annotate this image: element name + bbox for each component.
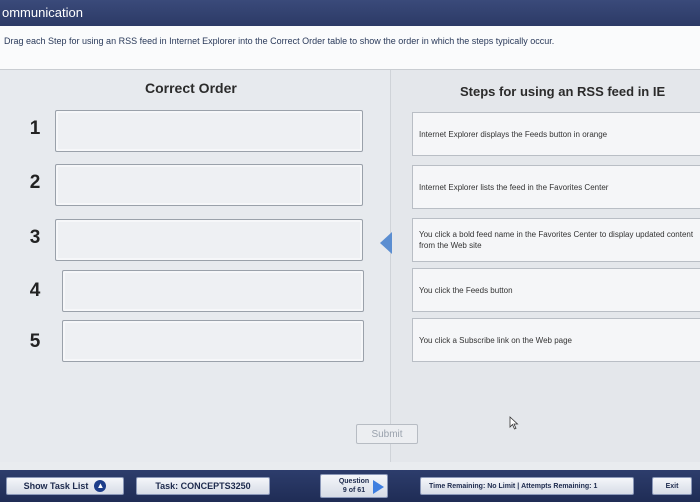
step-card[interactable]: You click the Feeds button — [412, 268, 700, 312]
step-card[interactable]: You click a bold feed name in the Favori… — [412, 218, 700, 262]
step-card-text: Internet Explorer lists the feed in the … — [419, 182, 609, 192]
mouse-pointer-icon — [509, 416, 519, 430]
exit-button[interactable]: Exit — [652, 477, 692, 495]
move-left-arrow-icon[interactable] — [380, 232, 392, 254]
step-card-text: You click the Feeds button — [419, 285, 513, 295]
slot-number-1: 1 — [29, 118, 41, 139]
step-card-text: You click a Subscribe link on the Web pa… — [419, 335, 572, 345]
drop-slot-4[interactable] — [62, 270, 364, 312]
correct-order-header: Correct Order — [145, 80, 237, 96]
instruction-text: Drag each Step for using an RSS feed in … — [0, 26, 700, 70]
next-question-icon[interactable] — [373, 480, 384, 494]
slot-number-3: 3 — [29, 227, 41, 248]
step-card-text: Internet Explorer displays the Feeds but… — [419, 129, 608, 139]
time-remaining-label: Time Remaining: — [429, 482, 486, 490]
steps-header: Steps for using an RSS feed in IE — [460, 84, 666, 99]
chevron-up-icon: ▲ — [94, 480, 107, 492]
window-title: ommunication — [0, 0, 700, 26]
drop-slot-1[interactable] — [55, 110, 363, 152]
status-divider: | — [517, 482, 520, 490]
attempts-label: Attempts Remaining: — [521, 482, 592, 490]
show-task-list-label: Show Task List — [23, 481, 89, 491]
submit-button[interactable]: Submit — [356, 424, 418, 444]
step-card-text: You click a bold feed name in the Favori… — [419, 230, 694, 250]
drop-slot-2[interactable] — [55, 164, 363, 206]
step-card[interactable]: Internet Explorer lists the feed in the … — [412, 165, 700, 209]
slot-number-2: 2 — [29, 172, 41, 193]
show-task-list-button[interactable]: Show Task List ▲ — [6, 477, 124, 495]
slot-number-5: 5 — [29, 331, 41, 352]
status-box: Time Remaining: No Limit | Attempts Rema… — [420, 477, 634, 495]
attempts-value: 1 — [593, 482, 598, 490]
exit-label: Exit — [665, 482, 679, 490]
time-remaining-value: No Limit — [487, 482, 516, 490]
step-card[interactable]: You click a Subscribe link on the Web pa… — [412, 318, 700, 362]
slot-number-4: 4 — [29, 280, 41, 301]
drop-slot-5[interactable] — [62, 320, 364, 362]
step-card[interactable]: Internet Explorer displays the Feeds but… — [412, 112, 700, 156]
task-label-box: Task: CONCEPTS3250 — [136, 477, 270, 495]
task-name: Task: CONCEPTS3250 — [155, 481, 251, 491]
drop-slot-3[interactable] — [55, 219, 363, 261]
